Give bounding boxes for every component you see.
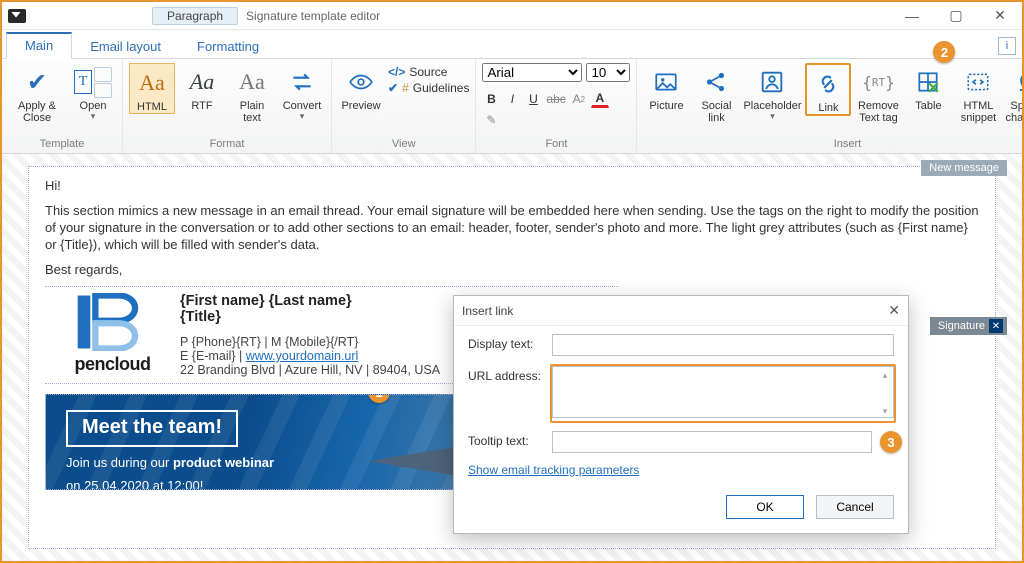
apply-close-button[interactable]: ✔ Apply & Close	[8, 63, 66, 124]
placeholder-button[interactable]: Placeholder ▾	[743, 63, 801, 122]
group-view: Preview </>Source ✔#Guidelines View	[332, 59, 476, 153]
open-button[interactable]: T Open ▾	[70, 63, 116, 122]
banner-headline: Meet the team!	[66, 410, 238, 447]
open-icon: T	[70, 66, 116, 98]
tag-signature[interactable]: Signature✕	[930, 317, 1007, 335]
message-body: Hi! This section mimics a new message in…	[45, 177, 979, 278]
display-text-label: Display text:	[468, 334, 552, 351]
dialog-close-button[interactable]: ✕	[888, 302, 900, 319]
omega-icon: Ω	[1005, 66, 1024, 98]
picture-icon	[643, 66, 689, 98]
tooltip-text-label: Tooltip text:	[468, 431, 552, 448]
aa-icon: Aa	[239, 69, 265, 95]
chevron-down-icon: ▾	[70, 111, 116, 122]
preview-button[interactable]: Preview	[338, 63, 384, 112]
tooltip-text-input[interactable]	[552, 431, 872, 453]
chevron-down-icon: ▾	[279, 111, 325, 122]
insert-link-dialog: Insert link ✕ Display text: URL address:…	[453, 295, 909, 534]
link-icon	[807, 68, 849, 100]
convert-button[interactable]: Convert ▾	[279, 63, 325, 122]
ribbon: ✔ Apply & Close T Open ▾ Template Aa	[2, 58, 1022, 154]
picture-button[interactable]: Picture	[643, 63, 689, 112]
highlight-button[interactable]: ✎	[482, 111, 500, 129]
callout-3: 3	[880, 431, 902, 453]
chevron-down-icon: ▾	[743, 111, 801, 122]
scrollbar[interactable]: ▴▾	[879, 370, 891, 417]
font-color-button[interactable]: A	[591, 90, 609, 108]
dialog-title: Insert link	[462, 304, 513, 318]
url-address-input[interactable]	[552, 366, 894, 418]
paragraph-context-badge: Paragraph	[152, 7, 238, 25]
format-plain-button[interactable]: Aa Plain text	[229, 63, 275, 124]
italic-button[interactable]: I	[503, 90, 521, 108]
special-char-button[interactable]: Ω Special character	[1005, 63, 1024, 124]
group-format: Aa HTML Aa RTF Aa Plain text Convert ▾	[123, 59, 332, 153]
eye-icon	[338, 66, 384, 98]
tab-formatting[interactable]: Formatting	[179, 35, 277, 59]
aa-icon: Aa	[190, 69, 214, 95]
logo-icon	[74, 293, 152, 351]
minimize-button[interactable]: —	[890, 2, 934, 30]
check-icon: ✔	[8, 66, 66, 98]
url-address-label: URL address:	[468, 366, 552, 383]
logo: pencloud	[45, 293, 180, 377]
greeting: Hi!	[45, 177, 979, 194]
guidelines-toggle[interactable]: ✔#Guidelines	[388, 81, 469, 95]
regards: Best regards,	[45, 261, 979, 278]
tab-main[interactable]: Main	[6, 32, 72, 59]
share-icon	[693, 66, 739, 98]
remove-tag-icon: {RT}	[855, 66, 901, 98]
code-icon	[955, 66, 1001, 98]
social-link-button[interactable]: Social link	[693, 63, 739, 124]
display-text-input[interactable]	[552, 334, 894, 356]
group-template: ✔ Apply & Close T Open ▾ Template	[2, 59, 123, 153]
ribbon-tabs: Main Email layout Formatting i	[2, 30, 1022, 58]
editor-canvas: New message Signature✕ Hi! This section …	[2, 154, 1022, 561]
maximize-button[interactable]: ▢	[934, 2, 978, 30]
window-title: Signature template editor	[246, 9, 380, 23]
app-window: Paragraph Signature template editor — ▢ …	[0, 0, 1024, 563]
underline-button[interactable]: U	[524, 90, 542, 108]
font-family-select[interactable]: Arial	[482, 63, 582, 82]
close-icon[interactable]: ✕	[989, 319, 1003, 333]
window-controls: — ▢ ✕	[890, 2, 1022, 30]
font-size-select[interactable]: 10	[586, 63, 630, 82]
callout-2: 2	[933, 41, 955, 63]
remove-text-tag-button[interactable]: {RT} Remove Text tag	[855, 63, 901, 124]
group-insert: Picture Social link Placeholder ▾ Link {…	[637, 59, 1024, 153]
brand-name: pencloud	[45, 354, 180, 375]
ok-button[interactable]: OK	[726, 495, 804, 519]
bold-button[interactable]: B	[482, 90, 500, 108]
app-icon	[8, 9, 26, 23]
sig-domain-link[interactable]: www.yourdomain.url	[246, 349, 359, 363]
link-button[interactable]: Link	[805, 63, 851, 116]
body-text: This section mimics a new message in an …	[45, 202, 979, 253]
info-button[interactable]: i	[998, 37, 1016, 55]
group-font: Arial 10 B I U abc A2 A ✎ Font	[476, 59, 637, 153]
subscript-button[interactable]: A2	[570, 90, 588, 108]
tag-new-message[interactable]: New message	[921, 160, 1007, 176]
format-rtf-button[interactable]: Aa RTF	[179, 63, 225, 112]
source-toggle[interactable]: </>Source	[388, 65, 469, 79]
tab-email-layout[interactable]: Email layout	[72, 35, 179, 59]
table-button[interactable]: Table	[905, 63, 951, 112]
placeholder-icon	[743, 66, 801, 98]
html-snippet-button[interactable]: HTML snippet	[955, 63, 1001, 124]
titlebar: Paragraph Signature template editor — ▢ …	[2, 2, 1022, 30]
close-button[interactable]: ✕	[978, 2, 1022, 30]
cancel-button[interactable]: Cancel	[816, 495, 894, 519]
format-html-button[interactable]: Aa HTML	[129, 63, 175, 114]
convert-icon	[279, 66, 325, 98]
table-icon	[905, 66, 951, 98]
aa-icon: Aa	[139, 70, 165, 96]
tracking-params-link[interactable]: Show email tracking parameters	[468, 463, 639, 477]
font-toolbar: B I U abc A2 A ✎	[482, 90, 628, 129]
strike-button[interactable]: abc	[545, 90, 566, 108]
